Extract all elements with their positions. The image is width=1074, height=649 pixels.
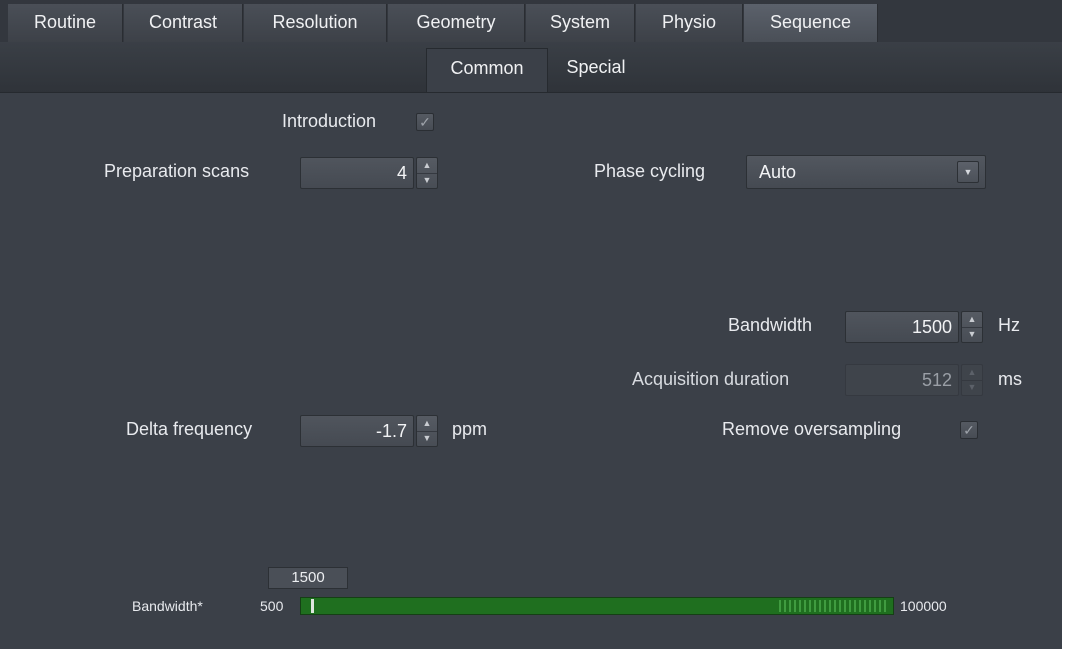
bandwidth-stepper[interactable]: ▲ ▼ <box>961 311 983 343</box>
chevron-up-icon[interactable]: ▲ <box>962 312 982 328</box>
chevron-down-icon: ▼ <box>967 382 977 392</box>
sub-tab-bar: Common Special <box>0 42 1062 93</box>
phase-cycling-select[interactable]: Auto ▼ <box>746 155 986 189</box>
slider-min-label: 500 <box>260 598 284 614</box>
introduction-checkbox[interactable]: ✓ <box>416 113 434 131</box>
chevron-down-icon[interactable]: ▼ <box>417 431 437 446</box>
slider-handle[interactable] <box>310 599 314 613</box>
tab-routine[interactable]: Routine <box>8 4 123 42</box>
phase-cycling-label: Phase cycling <box>594 161 706 181</box>
chevron-up-icon[interactable]: ▲ <box>417 416 437 432</box>
subtab-common[interactable]: Common <box>426 48 548 92</box>
introduction-label: Introduction <box>282 111 377 131</box>
acquisition-duration-stepper: ▲ ▼ <box>961 364 983 396</box>
bandwidth-label: Bandwidth <box>728 315 813 335</box>
main-tab-bar: Routine Contrast Resolution Geometry Sys… <box>0 0 1062 42</box>
slider-ticks <box>779 600 889 612</box>
sequence-parameter-panel: Routine Contrast Resolution Geometry Sys… <box>0 0 1062 649</box>
chevron-up-icon: ▲ <box>962 365 982 381</box>
delta-frequency-unit: ppm <box>452 419 488 439</box>
checkmark-icon: ✓ <box>963 422 975 438</box>
subtab-special[interactable]: Special <box>556 48 636 92</box>
delta-frequency-label: Delta frequency <box>126 419 253 439</box>
chevron-down-icon[interactable]: ▼ <box>962 327 982 342</box>
dropdown-arrow-icon[interactable]: ▼ <box>957 161 979 183</box>
slider-current-value: 1500 <box>268 567 348 589</box>
phase-cycling-value: Auto <box>759 162 797 182</box>
chevron-down-icon[interactable]: ▼ <box>417 173 437 188</box>
tab-contrast[interactable]: Contrast <box>124 4 243 42</box>
remove-oversampling-label: Remove oversampling <box>722 419 902 439</box>
slider-label: Bandwidth* <box>132 598 203 614</box>
preparation-scans-label: Preparation scans <box>104 161 250 181</box>
delta-frequency-input[interactable]: -1.7 <box>300 415 414 447</box>
acquisition-duration-label: Acquisition duration <box>632 369 790 389</box>
checkmark-icon: ✓ <box>419 114 431 130</box>
chevron-up-icon[interactable]: ▲ <box>417 158 437 174</box>
tab-system[interactable]: System <box>526 4 635 42</box>
tab-resolution[interactable]: Resolution <box>244 4 387 42</box>
tab-geometry[interactable]: Geometry <box>388 4 525 42</box>
tab-physio[interactable]: Physio <box>636 4 743 42</box>
slider-max-label: 100000 <box>900 598 947 614</box>
bandwidth-unit: Hz <box>998 315 1020 335</box>
bandwidth-slider[interactable] <box>300 597 894 615</box>
acquisition-duration-input: 512 <box>845 364 959 396</box>
bandwidth-input[interactable]: 1500 <box>845 311 959 343</box>
acquisition-duration-unit: ms <box>998 369 1022 389</box>
delta-frequency-stepper[interactable]: ▲ ▼ <box>416 415 438 447</box>
tab-sequence[interactable]: Sequence <box>744 4 878 42</box>
remove-oversampling-checkbox[interactable]: ✓ <box>960 421 978 439</box>
preparation-scans-stepper[interactable]: ▲ ▼ <box>416 157 438 189</box>
preparation-scans-input[interactable]: 4 <box>300 157 414 189</box>
